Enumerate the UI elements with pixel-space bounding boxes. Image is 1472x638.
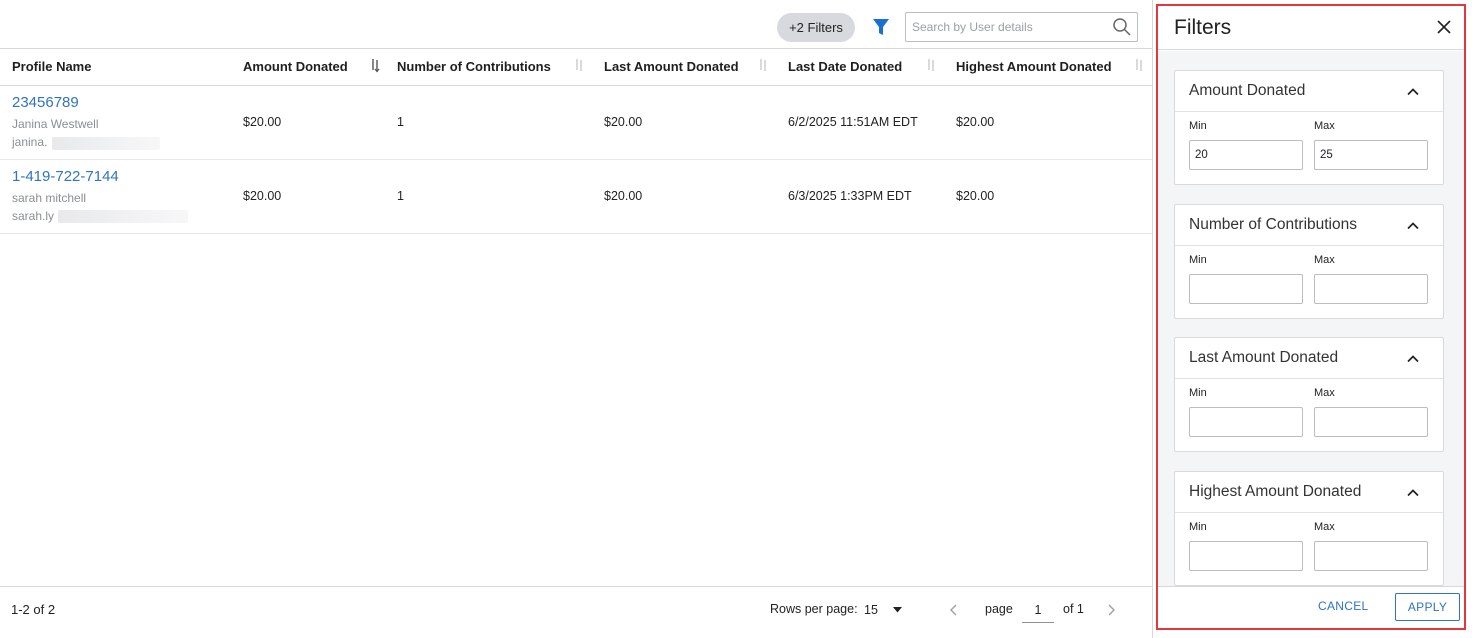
rows-per-page-label: Rows per page:: [770, 602, 858, 616]
profile-full-name: sarah mitchell: [12, 191, 87, 205]
filter-section-highest-amount-donated: Highest Amount Donated Min Max: [1174, 471, 1444, 586]
amount-donated-min-input[interactable]: [1189, 140, 1303, 170]
amount-donated-cell: $20.00: [243, 115, 282, 129]
profile-email: sarah.ly: [12, 209, 55, 223]
redacted-email-blur: [52, 137, 160, 150]
amount-donated-max-input[interactable]: [1314, 140, 1428, 170]
search-icon[interactable]: [1112, 17, 1132, 37]
active-filters-chip[interactable]: +2 Filters: [777, 13, 855, 42]
rows-per-page-select[interactable]: 15: [864, 603, 878, 617]
highest-amount-cell: $20.00: [956, 115, 995, 129]
chevron-left-icon[interactable]: [946, 599, 962, 621]
panel-divider: [1152, 0, 1153, 638]
pagination-bar: 1-2 of 2 Rows per page: 15 page of 1: [0, 586, 1152, 638]
filter-section-title: Last Amount Donated: [1189, 349, 1339, 366]
results-count: 1-2 of 2: [11, 602, 56, 617]
max-label: Max: [1314, 387, 1335, 399]
total-pages-label: of 1: [1063, 602, 1084, 616]
apply-button[interactable]: APPLY: [1395, 593, 1460, 621]
filter-section-header[interactable]: Last Amount Donated: [1175, 338, 1443, 379]
filter-section-number-of-contributions: Number of Contributions Min Max: [1174, 204, 1444, 319]
filters-panel: Filters Amount Donated Min Max Number of…: [1156, 4, 1466, 630]
last-date-cell: 6/3/2025 1:33PM EDT: [788, 189, 912, 203]
filter-section-amount-donated: Amount Donated Min Max: [1174, 70, 1444, 185]
last-amount-min-input[interactable]: [1189, 407, 1303, 437]
filters-panel-title: Filters: [1174, 16, 1232, 39]
max-label: Max: [1314, 120, 1335, 132]
contributions-min-input[interactable]: [1189, 274, 1303, 304]
page-number-input[interactable]: [1022, 597, 1054, 623]
chevron-up-icon[interactable]: [1407, 354, 1419, 363]
table-header: Profile Name Amount Donated Number of Co…: [0, 48, 1152, 86]
cancel-button[interactable]: CANCEL: [1318, 599, 1368, 613]
column-header-number-of-contributions[interactable]: Number of Contributions: [397, 49, 551, 85]
table-row[interactable]: 1-419-722-7144 sarah mitchell sarah.ly $…: [0, 160, 1152, 234]
filters-panel-body: Amount Donated Min Max Number of Contrib…: [1158, 51, 1464, 586]
filter-section-title: Number of Contributions: [1189, 216, 1357, 233]
close-icon[interactable]: [1436, 19, 1452, 35]
min-label: Min: [1189, 521, 1207, 533]
profile-id-link[interactable]: 23456789: [12, 94, 79, 111]
column-header-amount-donated[interactable]: Amount Donated: [243, 49, 348, 85]
sort-icon[interactable]: [1134, 57, 1144, 73]
sort-icon[interactable]: [926, 57, 936, 73]
highest-amount-max-input[interactable]: [1314, 541, 1428, 571]
filter-section-header[interactable]: Amount Donated: [1175, 71, 1443, 112]
max-label: Max: [1314, 521, 1335, 533]
min-label: Min: [1189, 120, 1207, 132]
search-input[interactable]: [905, 12, 1138, 42]
last-amount-cell: $20.00: [604, 115, 643, 129]
column-header-profile-name[interactable]: Profile Name: [12, 49, 91, 85]
filter-section-last-amount-donated: Last Amount Donated Min Max: [1174, 337, 1444, 452]
column-header-highest-amount-donated[interactable]: Highest Amount Donated: [956, 49, 1112, 85]
chevron-up-icon[interactable]: [1407, 488, 1419, 497]
sort-icon[interactable]: [370, 57, 380, 73]
filter-section-header[interactable]: Number of Contributions: [1175, 205, 1443, 246]
caret-down-icon[interactable]: [893, 607, 902, 613]
highest-amount-cell: $20.00: [956, 189, 995, 203]
contributions-cell: 1: [397, 115, 404, 129]
profile-id-link[interactable]: 1-419-722-7144: [12, 168, 119, 185]
min-label: Min: [1189, 387, 1207, 399]
sort-icon[interactable]: [574, 57, 584, 73]
last-amount-max-input[interactable]: [1314, 407, 1428, 437]
profile-email: janina.: [12, 135, 48, 149]
funnel-icon[interactable]: [870, 15, 892, 39]
filter-section-title: Highest Amount Donated: [1189, 483, 1362, 500]
redacted-email-blur: [58, 210, 188, 223]
column-header-last-amount-donated[interactable]: Last Amount Donated: [604, 49, 739, 85]
contributions-cell: 1: [397, 189, 404, 203]
column-header-last-date-donated[interactable]: Last Date Donated: [788, 49, 902, 85]
max-label: Max: [1314, 254, 1335, 266]
table-toolbar: +2 Filters: [0, 0, 1152, 48]
amount-donated-cell: $20.00: [243, 189, 282, 203]
chevron-right-icon[interactable]: [1103, 599, 1119, 621]
chevron-up-icon[interactable]: [1407, 87, 1419, 96]
chevron-up-icon[interactable]: [1407, 221, 1419, 230]
last-date-cell: 6/2/2025 11:51AM EDT: [788, 115, 918, 129]
profile-full-name: Janina Westwell: [12, 117, 99, 131]
contributions-max-input[interactable]: [1314, 274, 1428, 304]
filter-section-header[interactable]: Highest Amount Donated: [1175, 472, 1443, 513]
donations-table-area: +2 Filters Profile Name Amount Donated N…: [0, 0, 1152, 638]
last-amount-cell: $20.00: [604, 189, 643, 203]
table-row[interactable]: 23456789 Janina Westwell janina. $20.00 …: [0, 86, 1152, 160]
filters-panel-header: Filters: [1158, 6, 1464, 50]
highest-amount-min-input[interactable]: [1189, 541, 1303, 571]
page-label: page: [985, 602, 1013, 616]
filter-section-title: Amount Donated: [1189, 82, 1306, 99]
filters-panel-footer: CANCEL APPLY: [1158, 586, 1464, 628]
sort-icon[interactable]: [758, 57, 768, 73]
min-label: Min: [1189, 254, 1207, 266]
